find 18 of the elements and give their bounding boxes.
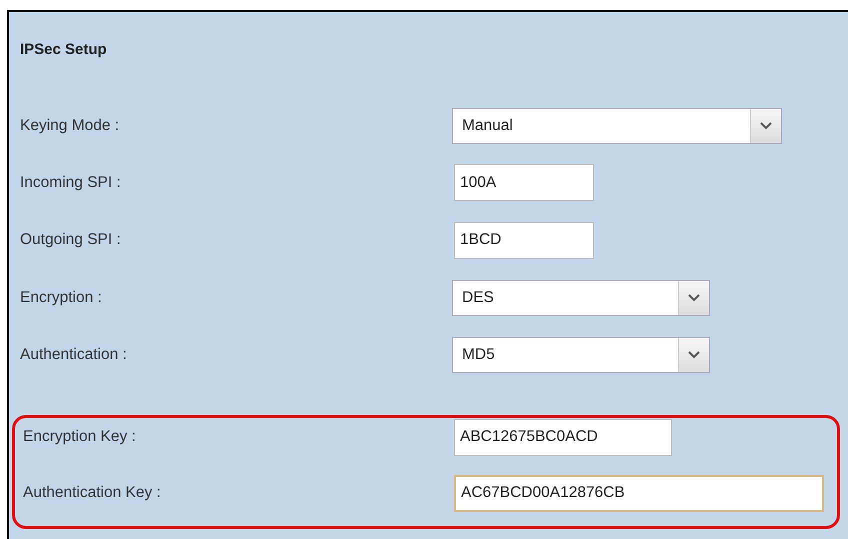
input-field[interactable]: AC67BCD00A12876CB — [454, 474, 824, 512]
field-label: Authentication Key : — [23, 484, 162, 502]
field-label: Outgoing SPI : — [20, 231, 122, 250]
field-label: Incoming SPI : — [20, 174, 122, 192]
dropdown[interactable]: DES — [452, 280, 710, 316]
chevron-icon[interactable] — [678, 338, 709, 372]
field-label: Encryption : — [20, 288, 103, 307]
input-field[interactable]: ABC12675BC0ACD — [454, 418, 672, 456]
chevron-icon[interactable] — [678, 280, 709, 315]
chevron-icon[interactable] — [750, 108, 781, 143]
input-field[interactable]: 100A — [454, 164, 594, 202]
field-label: Authentication : — [20, 346, 128, 364]
dropdown[interactable]: Manual — [452, 108, 782, 144]
dropdown[interactable]: MD5 — [452, 336, 710, 373]
input-field[interactable]: 1BCD — [454, 222, 594, 259]
field-label: Encryption Key : — [23, 428, 137, 446]
field-label: Keying Mode : — [20, 116, 120, 135]
section-title: IPSec Setup — [20, 40, 108, 60]
